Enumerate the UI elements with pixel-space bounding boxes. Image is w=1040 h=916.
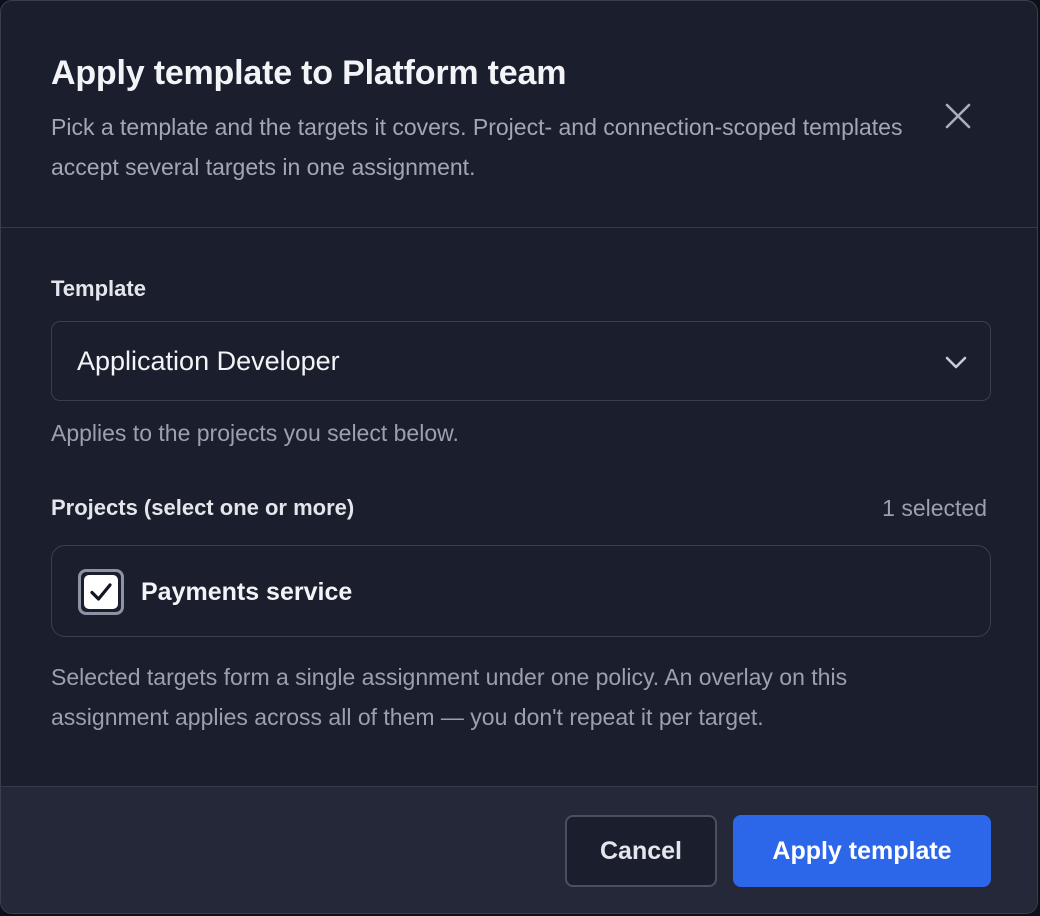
project-label: Payments service (141, 578, 353, 606)
dialog-header: Apply template to Platform team Pick a t… (1, 1, 1037, 228)
template-label: Template (51, 276, 146, 301)
project-option-payments-service[interactable]: Payments service (51, 545, 991, 637)
assignment-note: Selected targets form a single assignmen… (51, 664, 848, 730)
template-hint: Applies to the projects you select below… (51, 420, 459, 446)
checkmark-icon (90, 583, 112, 601)
project-checkbox[interactable] (78, 569, 124, 615)
close-button[interactable] (935, 93, 981, 139)
projects-label: Projects (select one or more) (51, 495, 355, 520)
selected-count: 1 selected (882, 495, 987, 521)
dialog-title: Apply template to Platform team (51, 54, 567, 92)
dialog-footer: Cancel Apply template (1, 786, 1037, 913)
apply-template-dialog: Apply template to Platform team Pick a t… (0, 0, 1038, 914)
dialog-body: Template Application Developer Applies t… (1, 229, 1037, 786)
apply-template-button[interactable]: Apply template (733, 815, 991, 887)
close-icon (945, 103, 971, 129)
template-select[interactable]: Application Developer (51, 321, 991, 401)
chevron-down-icon (945, 356, 967, 369)
dialog-subtitle: Pick a template and the targets it cover… (51, 114, 903, 180)
template-select-value: Application Developer (77, 346, 340, 376)
cancel-button[interactable]: Cancel (565, 815, 717, 887)
